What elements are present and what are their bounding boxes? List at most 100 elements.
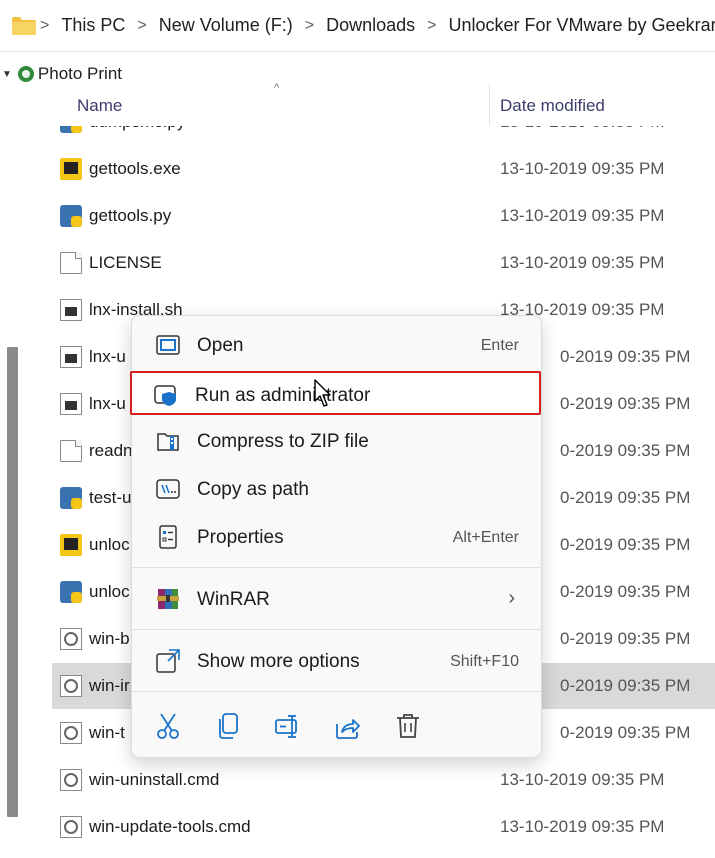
menu-item-label: Compress to ZIP file [197, 431, 369, 452]
file-name: test-u [89, 488, 132, 507]
folder-icon [12, 16, 36, 35]
photo-print-icon [17, 66, 34, 82]
column-header: ^ Name Date modified [52, 82, 715, 126]
file-row[interactable]: win-uninstall.cmd 13-10-2019 09:35 PM [52, 757, 715, 803]
file-date-modified: 0-2019 09:35 PM [560, 629, 691, 648]
properties-icon [156, 525, 180, 549]
file-row[interactable]: win-update-tools.cmd 13-10-2019 09:35 PM [52, 804, 715, 850]
rename-icon[interactable] [275, 712, 301, 740]
text-file-icon [60, 440, 82, 462]
copy-icon[interactable] [215, 712, 241, 740]
breadcrumb-separator: > [137, 16, 147, 34]
zip-folder-icon [156, 429, 180, 453]
breadcrumb-new-volume[interactable]: New Volume (F:) [147, 15, 305, 36]
breadcrumb-separator: > [40, 16, 50, 34]
chevron-right-icon: › [508, 587, 515, 609]
copy-path-icon [156, 477, 180, 501]
script-file-icon [60, 299, 82, 321]
python-file-icon [60, 487, 82, 509]
file-date-modified: 0-2019 09:35 PM [560, 441, 691, 460]
mouse-pointer-icon [314, 379, 334, 409]
breadcrumb-downloads[interactable]: Downloads [314, 15, 427, 36]
menu-item-properties[interactable]: Properties Alt+Enter [136, 515, 539, 559]
menu-item-winrar[interactable]: WinRAR › [136, 577, 539, 621]
breadcrumb-separator: > [427, 16, 437, 34]
file-date-modified: 13-10-2019 09:35 PM [500, 159, 665, 178]
file-date-modified: 13-10-2019 09:35 PM [500, 770, 665, 789]
file-name: win-t [89, 723, 125, 742]
menu-item-run-as-administrator[interactable]: Run as administrator [130, 371, 541, 415]
menu-item-copy-as-path[interactable]: Copy as path [136, 467, 539, 511]
context-menu: Open Enter Run as administrator Compress… [130, 315, 542, 758]
python-file-icon [60, 581, 82, 603]
file-date-modified: 13-10-2019 09:35 PM [500, 253, 665, 272]
cmd-file-icon [60, 769, 82, 791]
column-name[interactable]: Name [77, 96, 122, 116]
menu-item-label: Properties [197, 527, 284, 548]
file-row[interactable]: LICENSE 13-10-2019 09:35 PM [52, 240, 715, 286]
file-date-modified: 0-2019 09:35 PM [560, 394, 691, 413]
exe-file-icon [60, 158, 82, 180]
file-name: win-update-tools.cmd [89, 817, 251, 836]
script-file-icon [60, 393, 82, 415]
file-name: lnx-u [89, 394, 126, 413]
file-name: gettools.exe [89, 159, 181, 178]
file-date-modified: 0-2019 09:35 PM [560, 535, 691, 554]
cmd-file-icon [60, 675, 82, 697]
file-row[interactable]: gettools.exe 13-10-2019 09:35 PM [52, 146, 715, 192]
file-date-modified: 0-2019 09:35 PM [560, 723, 691, 742]
delete-icon[interactable] [395, 712, 421, 740]
breadcrumb-separator: > [304, 16, 315, 34]
nav-item-label: Photo Print [37, 64, 123, 83]
column-divider[interactable] [489, 84, 490, 126]
file-name: lnx-u [89, 347, 126, 366]
file-row[interactable]: gettools.py 13-10-2019 09:35 PM [52, 193, 715, 239]
menu-item-shortcut: Shift+F10 [450, 653, 519, 670]
file-name: win-b [89, 629, 130, 648]
file-name: win-uninstall.cmd [89, 770, 220, 789]
quick-action-bar [132, 706, 541, 748]
menu-separator [132, 629, 541, 630]
file-date-modified: 0-2019 09:35 PM [560, 582, 691, 601]
file-date-modified: 0-2019 09:35 PM [560, 488, 691, 507]
open-window-icon [156, 333, 180, 357]
cmd-file-icon [60, 722, 82, 744]
menu-item-shortcut: Enter [480, 337, 519, 354]
menu-item-compress-zip[interactable]: Compress to ZIP file [136, 419, 539, 463]
expand-arrow-icon[interactable]: ▼ [2, 69, 12, 80]
file-name: gettools.py [89, 206, 172, 225]
column-date-modified[interactable]: Date modified [500, 96, 605, 116]
nav-scrollbar[interactable] [7, 347, 18, 817]
share-icon[interactable] [335, 712, 361, 740]
more-options-icon [156, 649, 180, 673]
cut-icon[interactable] [155, 712, 181, 740]
file-name: win-ir [89, 676, 130, 695]
menu-separator [132, 691, 541, 692]
file-date-modified: 13-10-2019 09:35 PM [500, 817, 665, 836]
menu-item-label: Copy as path [197, 479, 309, 500]
menu-item-label: Run as administrator [195, 385, 371, 406]
menu-item-label: Show more options [197, 651, 360, 672]
file-name: readn [89, 441, 133, 460]
file-name: unloc [89, 582, 130, 601]
file-date-modified: 13-10-2019 09:35 PM [500, 206, 665, 225]
address-bar[interactable]: > This PC > New Volume (F:) > Downloads … [0, 0, 715, 52]
file-name: LICENSE [89, 253, 162, 272]
blank-file-icon [60, 252, 82, 274]
menu-item-show-more-options[interactable]: Show more options Shift+F10 [136, 639, 539, 683]
cmd-file-icon [60, 816, 82, 838]
navigation-pane: ▼ Photo Print [0, 52, 122, 858]
script-file-icon [60, 346, 82, 368]
menu-separator [132, 567, 541, 568]
winrar-icon [156, 587, 180, 611]
breadcrumb-this-pc[interactable]: This PC [49, 15, 137, 36]
file-name: unloc [89, 535, 130, 554]
file-date-modified: 0-2019 09:35 PM [560, 347, 691, 366]
menu-item-label: Open [197, 335, 244, 356]
sort-ascending-icon: ^ [274, 82, 280, 94]
nav-item-photo-print[interactable]: ▼ Photo Print [0, 64, 122, 84]
menu-item-open[interactable]: Open Enter [136, 323, 539, 367]
menu-item-label: WinRAR [197, 589, 270, 610]
breadcrumb-unlocker-folder[interactable]: Unlocker For VMware by Geekrar [437, 15, 715, 36]
cmd-file-icon [60, 628, 82, 650]
